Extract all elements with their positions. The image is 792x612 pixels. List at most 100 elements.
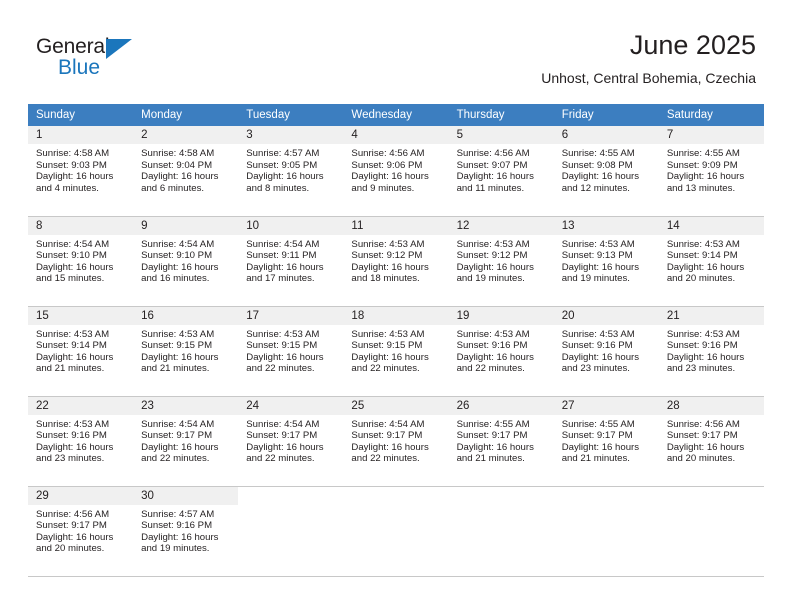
calendar-day-cell[interactable]: 15 Sunrise: 4:53 AM Sunset: 9:14 PM Dayligh… bbox=[28, 306, 134, 397]
sunset-text: Sunset: 9:10 PM bbox=[36, 250, 107, 262]
daylight-text-line1: Daylight: 16 hours bbox=[456, 351, 534, 363]
calendar-day-cell[interactable]: 27 Sunrise: 4:55 AM Sunset: 9:17 PM Dayligh… bbox=[553, 396, 659, 487]
daylight-text-line2: and 12 minutes. bbox=[561, 182, 630, 194]
calendar-day-cell[interactable]: 11 Sunrise: 4:53 AM Sunset: 9:12 PM Dayligh… bbox=[343, 216, 449, 307]
calendar-week-row: 15 Sunrise: 4:53 AM Sunset: 9:14 PM Dayligh… bbox=[28, 306, 764, 397]
daylight-text-line1: Daylight: 16 hours bbox=[666, 261, 745, 273]
daylight-text-line1: Daylight: 16 hours bbox=[141, 171, 219, 183]
calendar-day-cell[interactable]: 7 Sunrise: 4:55 AM Sunset: 9:09 PM Daylight… bbox=[658, 126, 764, 217]
sunrise-text: Sunrise: 4:53 AM bbox=[561, 328, 635, 340]
calendar-day-cell[interactable]: 20 Sunrise: 4:53 AM Sunset: 9:16 PM Dayligh… bbox=[553, 306, 659, 397]
day-number: 29 bbox=[28, 486, 134, 505]
calendar-day-cell[interactable]: 12 Sunrise: 4:53 AM Sunset: 9:12 PM Dayligh… bbox=[448, 216, 554, 307]
daylight-text-line1: Daylight: 16 hours bbox=[351, 441, 429, 453]
day-number: 28 bbox=[658, 396, 764, 415]
calendar-day-cell[interactable]: 9 Sunrise: 4:54 AM Sunset: 9:10 PM Daylight… bbox=[133, 216, 239, 307]
calendar-day-cell[interactable]: 10 Sunrise: 4:54 AM Sunset: 9:11 PM Dayligh… bbox=[238, 216, 344, 307]
calendar-day-cell[interactable]: 18 Sunrise: 4:53 AM Sunset: 9:15 PM Dayligh… bbox=[343, 306, 449, 397]
calendar-day-cell[interactable]: 29 Sunrise: 4:56 AM Sunset: 9:17 PM Dayligh… bbox=[28, 486, 134, 577]
sunset-text: Sunset: 9:13 PM bbox=[561, 250, 633, 262]
triangle-icon bbox=[106, 39, 132, 59]
calendar-day-cell[interactable]: 5 Sunrise: 4:56 AM Sunset: 9:07 PM Daylight… bbox=[448, 126, 554, 217]
day-number bbox=[554, 487, 659, 505]
page-title: June 2025 bbox=[629, 30, 756, 60]
calendar-day-cell[interactable]: 16 Sunrise: 4:53 AM Sunset: 9:15 PM Dayligh… bbox=[133, 306, 239, 397]
day-number: 9 bbox=[133, 216, 239, 235]
calendar-day-cell[interactable]: 14 Sunrise: 4:53 AM Sunset: 9:14 PM Dayligh… bbox=[658, 216, 764, 307]
sunset-text: Sunset: 9:12 PM bbox=[351, 250, 423, 262]
sunset-text: Sunset: 9:14 PM bbox=[666, 250, 738, 262]
day-sun-info: Sunrise: 4:58 AM Sunset: 9:03 PM Daylight:… bbox=[28, 144, 133, 194]
day-sun-info: Sunrise: 4:53 AM Sunset: 9:13 PM Daylight:… bbox=[554, 235, 659, 285]
sunrise-text: Sunrise: 4:56 AM bbox=[456, 148, 530, 159]
daylight-text-line1: Daylight: 16 hours bbox=[141, 441, 219, 453]
sunrise-text: Sunrise: 4:57 AM bbox=[246, 148, 320, 159]
calendar-page: General Blue June 2025 Unhost, Central B… bbox=[0, 0, 792, 612]
calendar-day-cell[interactable]: 4 Sunrise: 4:56 AM Sunset: 9:06 PM Daylight… bbox=[343, 126, 449, 217]
calendar-day-cell[interactable]: 19 Sunrise: 4:53 AM Sunset: 9:16 PM Dayligh… bbox=[448, 306, 554, 397]
calendar-day-cell[interactable]: 26 Sunrise: 4:55 AM Sunset: 9:17 PM Dayligh… bbox=[448, 396, 554, 487]
calendar-day-cell[interactable]: 21 Sunrise: 4:53 AM Sunset: 9:16 PM Dayligh… bbox=[658, 306, 764, 397]
day-sun-info: Sunrise: 4:53 AM Sunset: 9:15 PM Daylight:… bbox=[133, 325, 238, 375]
sunrise-text: Sunrise: 4:53 AM bbox=[666, 238, 740, 250]
day-number: 21 bbox=[658, 306, 764, 325]
daylight-text-line1: Daylight: 16 hours bbox=[351, 261, 429, 273]
general-blue-logo[interactable]: General Blue bbox=[36, 36, 156, 82]
weekday-header-wednesday: Wednesday bbox=[343, 104, 449, 126]
sunset-text: Sunset: 9:16 PM bbox=[36, 430, 107, 442]
daylight-text-line1: Daylight: 16 hours bbox=[246, 441, 324, 453]
sunrise-text: Sunrise: 4:57 AM bbox=[141, 508, 215, 520]
sunrise-text: Sunrise: 4:56 AM bbox=[351, 148, 425, 159]
day-sun-info: Sunrise: 4:54 AM Sunset: 9:11 PM Daylight:… bbox=[238, 235, 343, 285]
daylight-text-line2: and 4 minutes. bbox=[36, 182, 99, 194]
calendar-day-cell[interactable]: 22 Sunrise: 4:53 AM Sunset: 9:16 PM Dayligh… bbox=[28, 396, 134, 487]
daylight-text-line2: and 8 minutes. bbox=[246, 182, 310, 194]
calendar-day-cell[interactable]: 17 Sunrise: 4:53 AM Sunset: 9:15 PM Dayligh… bbox=[238, 306, 344, 397]
calendar-day-cell-empty bbox=[343, 486, 449, 577]
sunset-text: Sunset: 9:07 PM bbox=[456, 159, 528, 171]
day-sun-info: Sunrise: 4:53 AM Sunset: 9:14 PM Daylight:… bbox=[28, 325, 133, 375]
day-number: 1 bbox=[28, 126, 134, 144]
calendar-day-cell[interactable]: 8 Sunrise: 4:54 AM Sunset: 9:10 PM Daylight… bbox=[28, 216, 134, 307]
daylight-text-line1: Daylight: 16 hours bbox=[141, 261, 219, 273]
day-number: 11 bbox=[343, 216, 449, 235]
sunrise-text: Sunrise: 4:58 AM bbox=[141, 148, 215, 159]
day-sun-info: Sunrise: 4:54 AM Sunset: 9:10 PM Daylight:… bbox=[28, 235, 133, 285]
calendar-table: Sunday Monday Tuesday Wednesday Thursday… bbox=[28, 104, 764, 577]
day-sun-info: Sunrise: 4:53 AM Sunset: 9:12 PM Daylight:… bbox=[343, 235, 448, 285]
daylight-text-line2: and 22 minutes. bbox=[246, 453, 315, 465]
sunrise-text: Sunrise: 4:54 AM bbox=[141, 418, 215, 430]
sunrise-text: Sunrise: 4:56 AM bbox=[666, 418, 740, 430]
sunrise-text: Sunrise: 4:53 AM bbox=[561, 238, 635, 250]
sunset-text: Sunset: 9:08 PM bbox=[561, 159, 633, 171]
sunrise-text: Sunrise: 4:58 AM bbox=[36, 148, 110, 159]
calendar-day-cell[interactable]: 2 Sunrise: 4:58 AM Sunset: 9:04 PM Daylight… bbox=[133, 126, 239, 217]
sunrise-text: Sunrise: 4:53 AM bbox=[246, 328, 320, 340]
day-sun-info: Sunrise: 4:56 AM Sunset: 9:17 PM Daylight:… bbox=[659, 415, 764, 465]
calendar-day-cell[interactable]: 3 Sunrise: 4:57 AM Sunset: 9:05 PM Daylight… bbox=[238, 126, 344, 217]
weekday-header-tuesday: Tuesday bbox=[238, 104, 344, 126]
day-number: 14 bbox=[658, 216, 764, 235]
daylight-text-line1: Daylight: 16 hours bbox=[36, 261, 114, 273]
sunrise-text: Sunrise: 4:53 AM bbox=[456, 328, 530, 340]
day-sun-info: Sunrise: 4:55 AM Sunset: 9:17 PM Daylight:… bbox=[554, 415, 659, 465]
calendar-day-cell[interactable]: 6 Sunrise: 4:55 AM Sunset: 9:08 PM Daylight… bbox=[553, 126, 659, 217]
calendar-day-cell[interactable]: 25 Sunrise: 4:54 AM Sunset: 9:17 PM Dayligh… bbox=[343, 396, 449, 487]
calendar-day-cell[interactable]: 1 Sunrise: 4:58 AM Sunset: 9:03 PM Daylight… bbox=[28, 126, 134, 217]
calendar-day-cell[interactable]: 28 Sunrise: 4:56 AM Sunset: 9:17 PM Dayligh… bbox=[658, 396, 764, 487]
calendar-day-cell[interactable]: 24 Sunrise: 4:54 AM Sunset: 9:17 PM Dayligh… bbox=[238, 396, 344, 487]
daylight-text-line2: and 21 minutes. bbox=[561, 453, 630, 465]
day-number bbox=[659, 487, 764, 505]
sunrise-text: Sunrise: 4:54 AM bbox=[246, 238, 320, 250]
sunrise-text: Sunrise: 4:54 AM bbox=[141, 238, 215, 250]
daylight-text-line1: Daylight: 16 hours bbox=[561, 261, 640, 273]
calendar-day-cell[interactable]: 23 Sunrise: 4:54 AM Sunset: 9:17 PM Dayligh… bbox=[133, 396, 239, 487]
calendar-day-cell[interactable]: 30 Sunrise: 4:57 AM Sunset: 9:16 PM Dayligh… bbox=[133, 486, 239, 577]
daylight-text-line1: Daylight: 16 hours bbox=[246, 261, 324, 273]
calendar-day-cell[interactable]: 13 Sunrise: 4:53 AM Sunset: 9:13 PM Dayligh… bbox=[553, 216, 659, 307]
daylight-text-line2: and 16 minutes. bbox=[141, 273, 210, 285]
daylight-text-line2: and 13 minutes. bbox=[666, 182, 736, 194]
daylight-text-line2: and 22 minutes. bbox=[141, 453, 210, 465]
daylight-text-line1: Daylight: 16 hours bbox=[561, 351, 640, 363]
sunset-text: Sunset: 9:03 PM bbox=[36, 159, 107, 171]
